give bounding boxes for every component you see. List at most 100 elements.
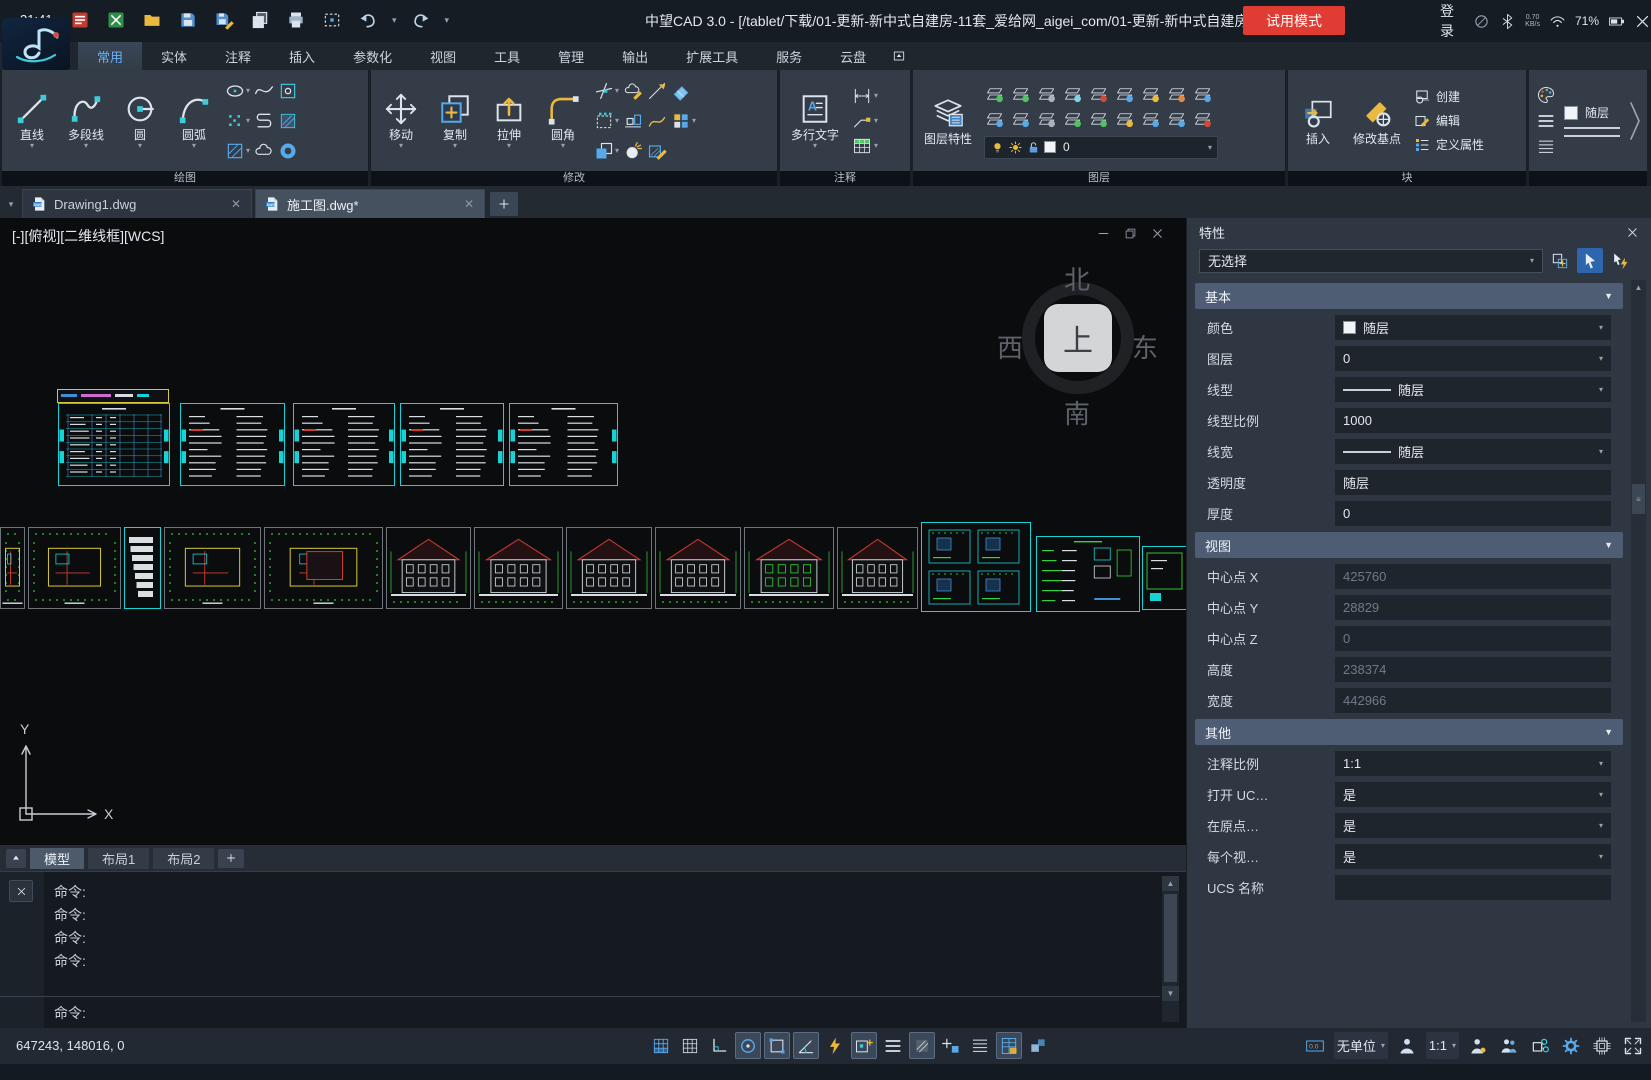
property-value-线宽[interactable]: 随层▾ <box>1335 439 1611 464</box>
layer-op-icon-3[interactable] <box>1036 83 1062 108</box>
annotation-visibility-button[interactable] <box>1395 1032 1419 1059</box>
layer-op-icon-8[interactable] <box>1166 83 1192 108</box>
ribbon-tab-插入[interactable]: 插入 <box>270 42 334 70</box>
trial-mode-button[interactable]: 试用模式 <box>1243 6 1345 35</box>
layer-op-icon-13[interactable] <box>1062 108 1088 133</box>
layer-op-icon-17[interactable] <box>1166 108 1192 133</box>
section-header-视图[interactable]: 视图▼ <box>1195 532 1623 558</box>
properties-scrollbar[interactable]: ▲ ≡ <box>1631 280 1646 1022</box>
selection-cycling-toggle[interactable] <box>938 1032 964 1059</box>
ribbon-tool-spline[interactable] <box>254 76 274 106</box>
document-tab-施工图.dwg*[interactable]: DWG施工图.dwg*✕ <box>255 189 485 218</box>
ribbon-tab-管理[interactable]: 管理 <box>539 42 603 70</box>
document-tab-Drawing1.dwg[interactable]: DWGDrawing1.dwg✕ <box>22 189 252 218</box>
ribbon-tab-扩展工具[interactable]: 扩展工具 <box>667 42 757 70</box>
property-value-中心点 Z[interactable]: 0 <box>1335 626 1611 651</box>
ribbon-tool-cloud[interactable] <box>254 136 274 166</box>
ribbon-tool-cloud-edit[interactable] <box>623 76 643 106</box>
bluetooth-icon[interactable] <box>1499 13 1516 30</box>
property-value-在原点…[interactable]: 是▾ <box>1335 813 1611 838</box>
ribbon-button-复制[interactable]: 复制▾ <box>432 90 478 151</box>
byblock-color[interactable]: 随层 <box>1564 104 1620 121</box>
selection-frame-icon[interactable] <box>320 8 344 32</box>
fullscreen-button[interactable] <box>1621 1032 1645 1059</box>
ribbon-tab-实体[interactable]: 实体 <box>142 42 206 70</box>
ribbon-button-多段线[interactable]: 多段线▾ <box>63 90 109 151</box>
ribbon-tab-输出[interactable]: 输出 <box>603 42 667 70</box>
ribbon-tool-rect-region[interactable] <box>278 76 298 106</box>
close-tab-icon[interactable]: ✕ <box>231 197 241 211</box>
ribbon-tool-s-poly[interactable] <box>254 106 274 136</box>
scroll-up-icon[interactable]: ▲ <box>1162 876 1179 891</box>
quick-properties-toggle[interactable] <box>996 1032 1022 1059</box>
line-style-row[interactable] <box>1564 135 1620 137</box>
ribbon-button-圆角[interactable]: 圆角▾ <box>540 90 586 151</box>
scroll-down-icon[interactable]: ▼ <box>1162 986 1179 1001</box>
workspace-settings-button[interactable] <box>1559 1032 1583 1059</box>
layout-tab-布局2[interactable]: 布局2 <box>153 848 214 869</box>
ribbon-tool-points[interactable]: ▾ <box>225 106 250 136</box>
ribbon-tool-hatch-pencil[interactable] <box>647 136 667 166</box>
ribbon-tab-注释[interactable]: 注释 <box>206 42 270 70</box>
scrollbar-handle[interactable] <box>1164 894 1177 982</box>
new-tab-button[interactable] <box>490 192 518 216</box>
otrack-toggle[interactable] <box>851 1032 877 1059</box>
compass-top-button[interactable]: 上 <box>1044 304 1112 372</box>
dynamic-input-toggle[interactable] <box>822 1032 848 1059</box>
ribbon-tool-table[interactable]: ▾ <box>851 136 878 156</box>
layer-op-icon-16[interactable] <box>1140 108 1166 133</box>
layout-tab-布局1[interactable]: 布局1 <box>88 848 149 869</box>
ribbon-tool-hatch[interactable]: ▾ <box>225 136 250 166</box>
ribbon-tool-ellipse[interactable]: ▾ <box>225 76 250 106</box>
layer-op-icon-14[interactable] <box>1088 108 1114 133</box>
ribbon-tool-explode[interactable] <box>623 136 643 166</box>
save-as-icon[interactable] <box>212 8 236 32</box>
property-value-中心点 Y[interactable]: 28829 <box>1335 595 1611 620</box>
drawing-viewport[interactable]: [-][俯视][二维线框][WCS] 北 西 东 南 上 YX <box>0 218 1186 845</box>
ribbon-tool-leader[interactable]: ▾ <box>851 111 878 131</box>
property-value-颜色[interactable]: 随层▾ <box>1335 315 1611 340</box>
lw-display-toggle[interactable] <box>967 1032 993 1059</box>
ribbon-tab-服务[interactable]: 服务 <box>757 42 821 70</box>
polar-toggle[interactable] <box>764 1032 790 1059</box>
app-table-icon[interactable] <box>104 8 128 32</box>
property-value-线型[interactable]: 随层▾ <box>1335 377 1611 402</box>
command-scrollbar[interactable]: ▲ ▼ <box>1162 876 1179 1022</box>
ribbon-button-多行文字[interactable]: A多行文字▾ <box>787 90 843 151</box>
toggle-pickadd-button[interactable] <box>1607 248 1633 273</box>
close-tab-icon[interactable]: ✕ <box>464 197 474 211</box>
ribbon-button-图层特性[interactable]: 图层特性 <box>920 94 976 148</box>
undo-caret[interactable]: ▾ <box>392 15 397 26</box>
line-style-row[interactable] <box>1564 127 1620 129</box>
app-pdf-icon[interactable] <box>68 8 92 32</box>
annotation-scale-dropdown[interactable]: 1:1▾ <box>1426 1032 1459 1059</box>
property-value-注释比例[interactable]: 1:1▾ <box>1335 751 1611 776</box>
quick-select-button[interactable] <box>1577 248 1603 273</box>
lineweight-toggle[interactable] <box>880 1032 906 1059</box>
snap-toggle[interactable] <box>677 1032 703 1059</box>
ribbon-tool-dimension[interactable]: ▾ <box>851 86 878 106</box>
viewport-controls-label[interactable]: [-][俯视][二维线框][WCS] <box>12 226 164 246</box>
ribbon-tab-工具[interactable]: 工具 <box>475 42 539 70</box>
add-selection-button[interactable] <box>1547 248 1573 273</box>
property-value-每个视…[interactable]: 是▾ <box>1335 844 1611 869</box>
layer-dropdown[interactable]: 0▾ <box>984 136 1218 159</box>
ribbon-tool-trim[interactable]: ▾ <box>594 76 619 106</box>
panel-expand-chevron-icon[interactable] <box>1628 99 1642 143</box>
ribbon-tool-copy-overlap[interactable]: ▾ <box>594 136 619 166</box>
ribbon-tool-donut[interactable] <box>278 136 298 166</box>
redo-caret[interactable]: ▾ <box>445 15 450 26</box>
viewport-minimize-icon[interactable] <box>1096 226 1111 241</box>
ribbon-button-定义属性[interactable]: 定义属性 <box>1413 136 1484 154</box>
property-value-图层[interactable]: 0▾ <box>1335 346 1611 371</box>
print-icon[interactable] <box>284 8 308 32</box>
grid-toggle[interactable] <box>648 1032 674 1059</box>
copy-pages-icon[interactable] <box>248 8 272 32</box>
osnap-toggle[interactable] <box>735 1032 761 1059</box>
scroll-up-icon[interactable]: ▲ <box>1631 280 1646 295</box>
layer-op-icon-2[interactable] <box>1010 83 1036 108</box>
linetype-icon[interactable] <box>1536 111 1556 131</box>
save-icon[interactable] <box>176 8 200 32</box>
layer-op-icon-6[interactable] <box>1114 83 1140 108</box>
help-icon[interactable] <box>1473 13 1490 30</box>
